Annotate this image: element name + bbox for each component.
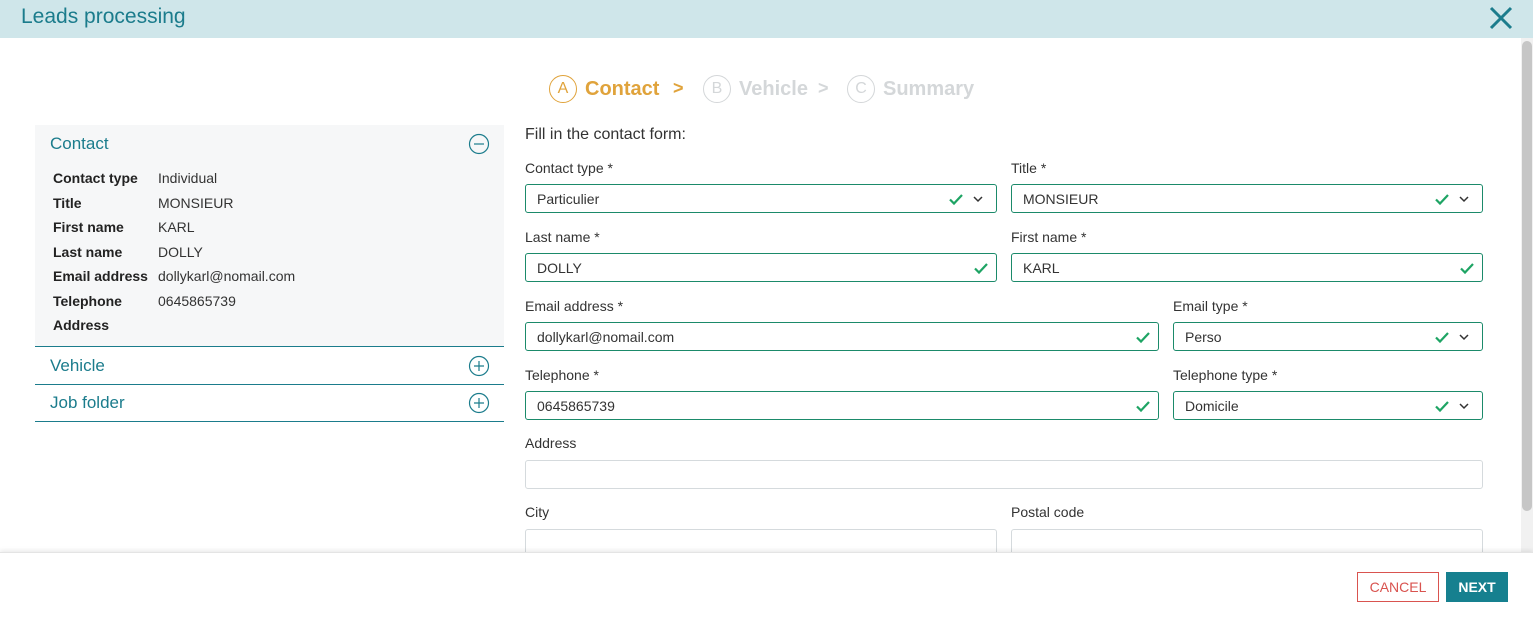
first-name-value: KARL	[1023, 259, 1060, 276]
telephone-field[interactable]: 0645865739	[525, 391, 1159, 420]
step-summary[interactable]: C Summary	[847, 73, 974, 105]
title-select[interactable]: MONSIEUR	[1011, 184, 1483, 213]
chevron-down-icon[interactable]	[1458, 193, 1470, 205]
telephone-value: 0645865739	[537, 397, 615, 414]
email-type-value: Perso	[1185, 328, 1222, 345]
title-value: MONSIEUR	[1023, 190, 1099, 207]
chevron-down-icon[interactable]	[1458, 331, 1470, 343]
summary-value: 0645865739	[158, 292, 236, 309]
step-contact[interactable]: A Contact	[549, 73, 659, 105]
email-type-select[interactable]: Perso	[1173, 322, 1483, 351]
summary-row: First name KARL	[53, 215, 504, 240]
last-name-label: Last name *	[525, 229, 600, 245]
first-name-field[interactable]: KARL	[1011, 253, 1483, 282]
contact-type-select[interactable]: Particulier	[525, 184, 997, 213]
summary-key: Email address	[53, 268, 148, 285]
title-bar: Leads processing	[0, 0, 1533, 38]
job-folder-accordion-header[interactable]: Job folder	[35, 384, 504, 421]
check-icon	[1136, 401, 1150, 413]
first-name-label: First name *	[1011, 229, 1087, 245]
contact-type-value: Particulier	[537, 190, 600, 207]
step-separator: >	[673, 78, 684, 98]
telephone-type-select[interactable]: Domicile	[1173, 391, 1483, 420]
email-label: Email address *	[525, 298, 624, 314]
step-contact-label: Contact	[585, 77, 660, 100]
close-icon[interactable]	[1486, 3, 1516, 33]
check-icon	[1435, 401, 1449, 413]
check-icon	[1435, 194, 1449, 206]
step-summary-label: Summary	[883, 77, 975, 100]
chevron-down-icon[interactable]	[972, 193, 984, 205]
collapse-minus-icon[interactable]	[468, 133, 490, 155]
summary-row: Contact type Individual	[53, 166, 504, 191]
check-icon	[1435, 332, 1449, 344]
expand-plus-icon[interactable]	[468, 355, 490, 377]
stepper: A Contact > B Vehicle > C Summary	[0, 73, 1533, 105]
telephone-type-value: Domicile	[1185, 397, 1239, 414]
postal-code-label: Postal code	[1011, 504, 1085, 520]
last-name-field[interactable]: DOLLY	[525, 253, 997, 282]
footer-bar	[0, 552, 1533, 620]
summary-row: Telephone 0645865739	[53, 289, 504, 314]
email-field[interactable]: dollykarl@nomail.com	[525, 322, 1159, 351]
summary-key: Address	[53, 317, 110, 334]
summary-value: MONSIEUR	[158, 194, 234, 211]
step-vehicle-letter: B	[703, 75, 731, 103]
title-label: Title *	[1011, 160, 1047, 176]
summary-key: Contact type	[53, 170, 138, 187]
summary-key: Telephone	[53, 292, 122, 309]
summary-row: Address	[53, 313, 504, 338]
check-icon	[949, 194, 963, 206]
address-field[interactable]	[525, 460, 1483, 489]
summary-key: First name	[53, 219, 124, 236]
summary-value: KARL	[158, 219, 195, 236]
job-folder-accordion-title: Job folder	[50, 392, 125, 412]
contact-accordion: Contact Contact type Individual Title MONS…	[35, 125, 504, 347]
vehicle-accordion-header[interactable]: Vehicle	[35, 347, 504, 384]
telephone-label: Telephone *	[525, 367, 599, 383]
step-separator: >	[818, 78, 829, 98]
window-title: Leads processing	[21, 5, 186, 28]
summary-row: Email address dollykarl@nomail.com	[53, 264, 504, 289]
check-icon	[1136, 332, 1150, 344]
address-label: Address	[525, 435, 577, 451]
summary-key: Last name	[53, 243, 123, 260]
contact-summary: Contact type Individual Title MONSIEUR Fir…	[35, 162, 504, 338]
cancel-button[interactable]: CANCEL	[1357, 572, 1439, 602]
check-icon	[1460, 263, 1474, 275]
city-label: City	[525, 504, 550, 520]
summary-value: DOLLY	[158, 243, 203, 260]
check-icon	[974, 263, 988, 275]
contact-accordion-title: Contact	[50, 133, 109, 153]
vehicle-accordion-title: Vehicle	[50, 355, 105, 375]
email-type-label: Email type *	[1173, 298, 1248, 314]
next-button[interactable]: NEXT	[1446, 572, 1508, 602]
summary-key: Title	[53, 194, 82, 211]
last-name-value: DOLLY	[537, 259, 582, 276]
email-value: dollykarl@nomail.com	[537, 328, 675, 345]
form-intro: Fill in the contact form:	[525, 126, 686, 143]
summary-value: Individual	[158, 170, 218, 187]
telephone-type-label: Telephone type *	[1173, 367, 1278, 383]
contact-accordion-header[interactable]: Contact	[35, 125, 504, 162]
summary-row: Title MONSIEUR	[53, 191, 504, 216]
scrollbar-thumb[interactable]	[1522, 41, 1532, 511]
chevron-down-icon[interactable]	[1458, 400, 1470, 412]
step-vehicle-label: Vehicle	[739, 77, 808, 100]
vertical-scrollbar[interactable]	[1521, 38, 1533, 553]
contact-type-label: Contact type *	[525, 160, 613, 176]
vehicle-accordion: Vehicle	[35, 347, 504, 385]
job-folder-accordion: Job folder	[35, 384, 504, 422]
expand-plus-icon[interactable]	[468, 392, 490, 414]
summary-row: Last name DOLLY	[53, 240, 504, 265]
step-summary-letter: C	[847, 75, 875, 103]
step-contact-letter: A	[549, 75, 577, 103]
summary-value: dollykarl@nomail.com	[158, 268, 296, 285]
step-vehicle[interactable]: B Vehicle	[703, 73, 808, 105]
